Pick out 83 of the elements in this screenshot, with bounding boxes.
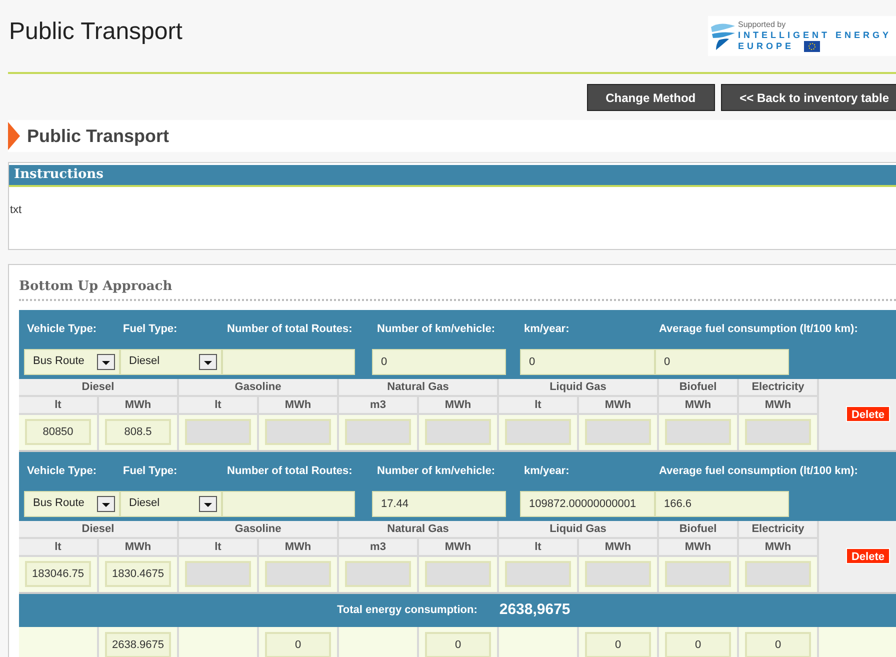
delete-button[interactable]: Delete: [846, 548, 890, 564]
unit-header: MWh: [579, 538, 657, 554]
field-label: Average fuel consumption (lt/100 km):: [658, 322, 859, 336]
unit-header: MWh: [259, 396, 337, 412]
total-field[interactable]: 0: [585, 632, 651, 657]
routes-field[interactable]: [222, 348, 355, 374]
select-field[interactable]: Bus Route: [24, 348, 120, 374]
unit-header: MWh: [579, 396, 657, 412]
delete-button[interactable]: Delete: [846, 406, 890, 422]
wave-logo-icon: [710, 21, 736, 51]
field-label: Vehicle Type:: [26, 464, 98, 478]
unit-header: MWh: [419, 538, 497, 554]
routes-field[interactable]: [222, 490, 355, 516]
logo-text: INTELLIGENT ENERGY: [738, 30, 892, 41]
value-field[interactable]: 808.5: [105, 419, 171, 445]
value-field[interactable]: 183046.75: [25, 561, 91, 587]
panel-title: Instructions: [14, 166, 104, 184]
field-label: Average fuel consumption (lt/100 km):: [658, 464, 859, 478]
unit-header: MWh: [419, 396, 497, 412]
value-field[interactable]: 80850: [25, 419, 91, 445]
unit-header: m3: [339, 396, 417, 412]
unit-header: lt: [179, 538, 257, 554]
unit-header: m3: [339, 538, 417, 554]
total-value: 2638,9675: [499, 600, 570, 620]
total-field[interactable]: 0: [265, 632, 331, 657]
flag-icon: [804, 41, 820, 52]
field-label: Vehicle Type:: [26, 322, 98, 336]
group-header: Electricity: [739, 378, 817, 394]
page-title: Public Transport: [8, 17, 182, 46]
unit-header: lt: [499, 396, 577, 412]
group-header: Natural Gas: [339, 378, 497, 394]
total-field[interactable]: 0: [665, 632, 731, 657]
value-field[interactable]: 1830.4675: [105, 561, 171, 587]
unit-header: MWh: [659, 538, 737, 554]
unit-header: MWh: [739, 396, 817, 412]
total-field[interactable]: 0: [745, 632, 811, 657]
unit-header: MWh: [99, 396, 177, 412]
group-header: Biofuel: [659, 378, 737, 394]
unit-header: lt: [179, 396, 257, 412]
unit-header: lt: [19, 396, 97, 412]
approach-title: Bottom Up Approach: [19, 278, 174, 296]
arrow-marker-icon: [8, 122, 20, 150]
unit-header: MWh: [259, 538, 337, 554]
total-field[interactable]: 2638.9675: [105, 632, 171, 657]
logo-text: EUROPE: [738, 41, 794, 52]
group-header: Liquid Gas: [499, 520, 657, 536]
group-header: Gasoline: [179, 378, 337, 394]
unit-header: MWh: [659, 396, 737, 412]
field-label: Number of total Routes:: [226, 464, 354, 478]
unit-header: MWh: [99, 538, 177, 554]
km-vehicle-field[interactable]: 0: [372, 348, 506, 374]
total-label: Total energy consumption:: [337, 602, 478, 618]
unit-header: lt: [19, 538, 97, 554]
logo-caption: Supported by: [738, 20, 787, 30]
group-header: Diesel: [19, 520, 177, 536]
section-title: Public Transport: [27, 124, 170, 148]
field-label: Fuel Type:: [122, 464, 178, 478]
unit-header: MWh: [739, 538, 817, 554]
field-label: km/year:: [523, 322, 570, 336]
select-field[interactable]: Diesel: [120, 348, 222, 374]
field-label: Number of total Routes:: [226, 322, 354, 336]
instructions-text: txt: [9, 203, 23, 218]
field-label: Fuel Type:: [122, 322, 178, 336]
button[interactable]: Change Method: [586, 84, 715, 111]
km-year-field[interactable]: 109872.00000000001: [520, 490, 655, 516]
select-field[interactable]: Diesel: [120, 490, 222, 516]
group-header: Gasoline: [179, 520, 337, 536]
km-year-field[interactable]: 0: [520, 348, 655, 374]
total-field[interactable]: 0: [425, 632, 491, 657]
group-header: Natural Gas: [339, 520, 497, 536]
field-label: km/year:: [523, 464, 570, 478]
consumption-field[interactable]: 0: [655, 348, 789, 374]
unit-header: lt: [499, 538, 577, 554]
consumption-field[interactable]: 166.6: [655, 490, 789, 516]
group-header: Liquid Gas: [499, 378, 657, 394]
group-header: Electricity: [739, 520, 817, 536]
group-header: Biofuel: [659, 520, 737, 536]
km-vehicle-field[interactable]: 17.44: [372, 490, 506, 516]
select-field[interactable]: Bus Route: [24, 490, 120, 516]
field-label: Number of km/vehicle:: [376, 322, 496, 336]
group-header: Diesel: [19, 378, 177, 394]
field-label: Number of km/vehicle:: [376, 464, 496, 478]
button[interactable]: << Back to inventory table: [720, 84, 896, 111]
